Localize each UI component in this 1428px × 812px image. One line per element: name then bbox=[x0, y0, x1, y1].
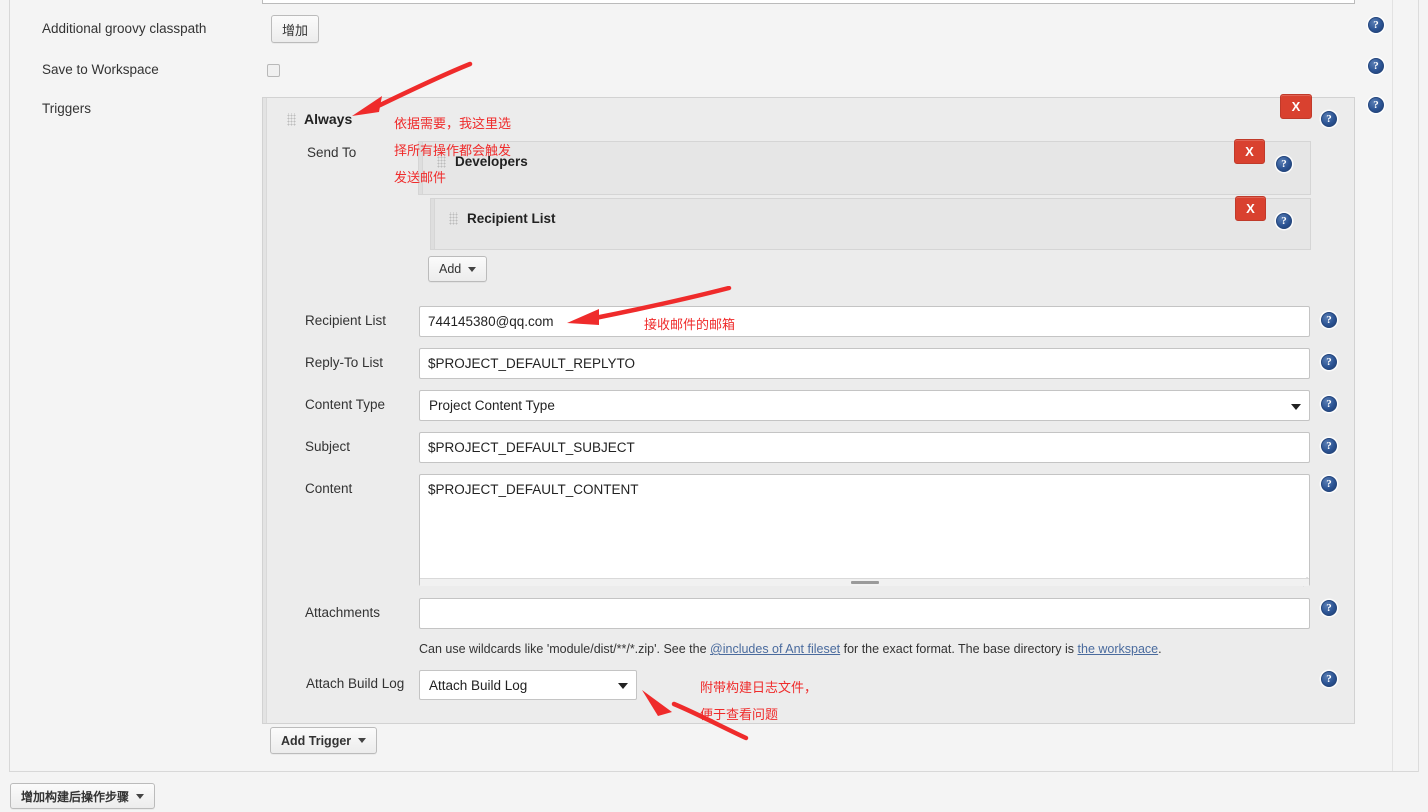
annotation-trigger-note-line3: 发送邮件 bbox=[394, 171, 447, 186]
content-type-select[interactable]: Project Content Type bbox=[419, 390, 1310, 421]
label-content-type: Content Type bbox=[305, 397, 386, 412]
scrollbar-thumb[interactable] bbox=[850, 581, 879, 584]
trigger-title-text: Always bbox=[304, 111, 353, 127]
hint-part-3: . bbox=[1158, 642, 1162, 656]
save-to-workspace-checkbox[interactable] bbox=[267, 64, 280, 77]
remove-trigger-button[interactable]: X bbox=[1280, 94, 1312, 119]
panel-left-divider bbox=[9, 0, 10, 772]
add-post-build-step-label: 增加构建后操作步骤 bbox=[21, 789, 130, 804]
label-reply-to-list: Reply-To List bbox=[305, 355, 384, 370]
label-additional-groovy-classpath: Additional groovy classpath bbox=[42, 21, 207, 36]
chevron-down-icon bbox=[358, 738, 367, 743]
subject-input[interactable] bbox=[419, 432, 1310, 463]
help-icon-attachments[interactable] bbox=[1321, 600, 1337, 616]
add-post-build-step-button[interactable]: 增加构建后操作步骤 bbox=[10, 783, 156, 809]
hint-part-1: Can use wildcards like 'module/dist/**/*… bbox=[419, 642, 711, 656]
content-textarea-scrollbar[interactable] bbox=[420, 578, 1309, 586]
annotation-recipient-note: 接收邮件的邮箱 bbox=[644, 318, 736, 333]
content-type-value: Project Content Type bbox=[429, 398, 555, 413]
add-trigger-label: Add Trigger bbox=[281, 733, 352, 748]
help-icon-trigger[interactable] bbox=[1321, 111, 1337, 127]
help-icon-save-to-workspace[interactable] bbox=[1368, 58, 1384, 74]
reply-to-list-input[interactable] bbox=[419, 348, 1310, 379]
annotation-attach-log-note-line2: 便于查看问题 bbox=[700, 708, 779, 723]
panel-right-divider bbox=[1418, 0, 1419, 772]
nested-accent bbox=[431, 199, 435, 249]
remove-recipient-list-button[interactable]: X bbox=[1235, 196, 1266, 221]
drag-handle-icon[interactable] bbox=[287, 112, 296, 126]
help-icon-triggers[interactable] bbox=[1368, 97, 1384, 113]
panel-inner-right-divider bbox=[1392, 0, 1393, 772]
recipient-list-input[interactable] bbox=[419, 306, 1310, 337]
attachments-input[interactable] bbox=[419, 598, 1310, 629]
help-icon-recipient-block[interactable] bbox=[1276, 213, 1292, 229]
jenkins-config-page: Additional groovy classpath 增加 Save to W… bbox=[0, 0, 1428, 812]
recipient-provider-developers: Developers bbox=[418, 141, 1311, 195]
trigger-panel-accent bbox=[263, 98, 267, 723]
help-icon-content-type[interactable] bbox=[1321, 396, 1337, 412]
annotation-trigger-note-line1: 依据需要，我这里选 bbox=[394, 117, 512, 132]
add-button-label: Add bbox=[439, 262, 462, 276]
ant-fileset-link[interactable]: @includes of Ant fileset bbox=[710, 642, 840, 656]
chevron-down-icon bbox=[618, 683, 628, 689]
recipient-block-title: Recipient List bbox=[449, 211, 556, 226]
help-icon-recipient-list[interactable] bbox=[1321, 312, 1337, 328]
panel-bottom-divider bbox=[9, 771, 1418, 772]
workspace-link[interactable]: the workspace bbox=[1078, 642, 1159, 656]
label-attachments: Attachments bbox=[305, 605, 381, 620]
add-recipient-provider-button[interactable]: Add bbox=[428, 256, 488, 282]
help-icon-content[interactable] bbox=[1321, 476, 1337, 492]
add-trigger-button[interactable]: Add Trigger bbox=[270, 727, 378, 754]
drag-handle-icon[interactable] bbox=[449, 211, 458, 225]
label-triggers: Triggers bbox=[42, 101, 92, 116]
trigger-header: Always bbox=[287, 111, 352, 127]
help-icon-reply-to-list[interactable] bbox=[1321, 354, 1337, 370]
help-icon-developers[interactable] bbox=[1276, 156, 1292, 172]
hint-part-2: for the exact format. The base directory… bbox=[840, 642, 1078, 656]
help-icon-additional-groovy-classpath[interactable] bbox=[1368, 17, 1384, 33]
label-subject: Subject bbox=[305, 439, 351, 454]
textarea-resize-grip[interactable] bbox=[1336, 0, 1352, 2]
attachments-hint: Can use wildcards like 'module/dist/**/*… bbox=[419, 642, 1162, 656]
chevron-down-icon bbox=[136, 793, 145, 799]
label-attach-build-log: Attach Build Log bbox=[306, 676, 405, 691]
chevron-down-icon bbox=[468, 266, 477, 272]
chevron-down-icon bbox=[1291, 403, 1301, 410]
add-classpath-button[interactable]: 增加 bbox=[271, 15, 320, 43]
attach-build-log-value: Attach Build Log bbox=[429, 677, 528, 693]
recipient-provider-recipient-list: Recipient List bbox=[430, 198, 1311, 250]
content-textarea[interactable] bbox=[419, 474, 1310, 586]
remove-developers-button[interactable]: X bbox=[1234, 139, 1265, 164]
help-icon-attach-build-log[interactable] bbox=[1321, 671, 1337, 687]
label-save-to-workspace: Save to Workspace bbox=[42, 62, 159, 77]
recipient-title-text: Recipient List bbox=[467, 211, 556, 226]
attach-build-log-select[interactable]: Attach Build Log bbox=[419, 670, 637, 700]
annotation-attach-log-note-line1: 附带构建日志文件， bbox=[700, 681, 818, 696]
label-content: Content bbox=[305, 481, 353, 496]
help-icon-subject[interactable] bbox=[1321, 438, 1337, 454]
annotation-trigger-note-line2: 择所有操作都会触发 bbox=[394, 144, 512, 159]
label-recipient-list: Recipient List bbox=[305, 313, 387, 328]
groovy-script-textarea[interactable] bbox=[262, 0, 1355, 4]
label-send-to: Send To bbox=[307, 145, 357, 160]
